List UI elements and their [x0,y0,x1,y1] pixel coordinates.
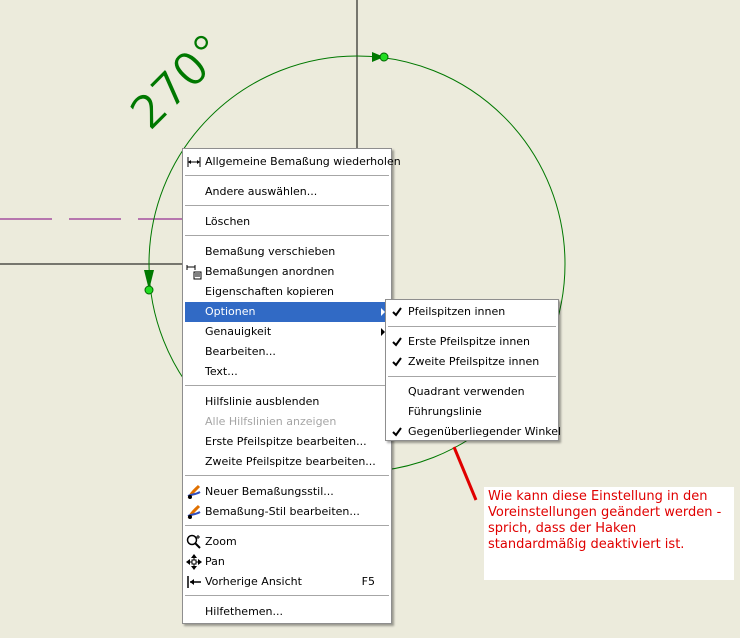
previous-view-icon [187,576,201,588]
style-icon [187,484,201,499]
menu-item-copy-properties[interactable]: Eigenschaften kopieren [185,282,389,302]
menu-item-label: Eigenschaften kopieren [205,285,334,298]
menu-item-label: Zoom [205,535,237,548]
menu-item-label: Pan [205,555,225,568]
submenu-item-leader[interactable]: Führungslinie [388,402,556,422]
menu-item-label: Hilfslinie ausblenden [205,395,320,408]
separator [185,525,389,526]
dimension-icon [187,157,201,167]
menu-item-label: Löschen [205,215,251,228]
separator [185,235,389,236]
separator [185,595,389,596]
checkmark-icon [392,357,402,367]
menu-item-previous-view[interactable]: Vorherige Ansicht F5 [185,572,389,592]
submenu-item-opposite-angle[interactable]: Gegenüberliegender Winkel [388,422,561,442]
submenu-item-label: Gegenüberliegender Winkel [408,425,562,438]
submenu-item-label: Quadrant verwenden [408,385,525,398]
style-icon [187,504,201,519]
menu-item-label: Alle Hilfslinien anzeigen [205,415,337,428]
menu-item-label: Andere auswählen... [205,185,318,198]
submenu-item-label: Erste Pfeilspitze innen [408,335,531,348]
context-menu: Allgemeine Bemaßung wiederholen Andere a… [182,148,401,624]
separator [388,376,556,377]
menu-item-label: Genauigkeit [205,325,272,338]
menu-item-options[interactable]: Optionen [185,302,389,322]
grip-point-left[interactable] [144,285,154,295]
pan-icon [186,554,202,570]
menu-item-label: Bemaßung-Stil bearbeiten... [205,505,360,518]
arrange-dimensions-icon [186,265,202,280]
shortcut-label: F5 [361,575,375,588]
separator [185,205,389,206]
menu-item-label: Hilfethemen... [205,605,284,618]
separator [388,326,556,327]
separator [185,175,389,176]
annotation-note: Wie kann diese Einstellung in den Vorein… [484,487,734,580]
menu-item-edit-second-arrowhead[interactable]: Zweite Pfeilspitze bearbeiten... [185,452,389,472]
submenu-item-arrowheads-inside[interactable]: Pfeilspitzen innen [388,302,556,322]
menu-item-precision[interactable]: Genauigkeit [185,322,389,342]
menu-item-label: Erste Pfeilspitze bearbeiten... [205,435,367,448]
menu-item-edit-dimension-style[interactable]: Bemaßung-Stil bearbeiten... [185,502,389,522]
menu-item-label: Text... [205,365,238,378]
checkmark-icon [392,307,402,317]
menu-item-pan[interactable]: Pan [185,552,389,572]
grip-point-top[interactable] [379,52,389,62]
menu-item-delete[interactable]: Löschen [185,212,389,232]
menu-item-move-dimension[interactable]: Bemaßung verschieben [185,242,389,262]
menu-item-repeat-dimension[interactable]: Allgemeine Bemaßung wiederholen [185,152,401,172]
submenu-item-label: Pfeilspitzen innen [408,305,506,318]
menu-item-edit-first-arrowhead[interactable]: Erste Pfeilspitze bearbeiten... [185,432,389,452]
menu-item-label: Allgemeine Bemaßung wiederholen [205,155,401,168]
menu-item-label: Zweite Pfeilspitze bearbeiten... [205,455,376,468]
menu-item-show-all-extension-lines: Alle Hilfslinien anzeigen [185,412,389,432]
menu-item-arrange-dimensions[interactable]: Bemaßungen anordnen [185,262,389,282]
menu-item-hide-extension-line[interactable]: Hilfslinie ausblenden [185,392,389,412]
menu-item-label: Bearbeiten... [205,345,276,358]
menu-item-label: Vorherige Ansicht [205,575,302,588]
submenu-item-label: Führungslinie [408,405,482,418]
leader-line [452,446,478,501]
menu-item-label: Bemaßungen anordnen [205,265,335,278]
menu-item-label: Bemaßung verschieben [205,245,336,258]
separator [185,385,389,386]
menu-item-label: Neuer Bemaßungsstil... [205,485,334,498]
submenu-item-first-arrowhead-inside[interactable]: Erste Pfeilspitze innen [388,332,556,352]
menu-item-zoom[interactable]: Zoom [185,532,389,552]
submenu-item-label: Zweite Pfeilspitze innen [408,355,540,368]
menu-item-select-other[interactable]: Andere auswählen... [185,182,389,202]
angle-label[interactable]: 270° [119,23,237,140]
menu-item-edit[interactable]: Bearbeiten... [185,342,389,362]
separator [185,475,389,476]
submenu-item-second-arrowhead-inside[interactable]: Zweite Pfeilspitze innen [388,352,556,372]
submenu-item-use-quadrant[interactable]: Quadrant verwenden [388,382,556,402]
options-submenu: Pfeilspitzen innen Erste Pfeilspitze inn… [385,299,561,442]
zoom-icon [186,534,201,549]
menu-item-help-topics[interactable]: Hilfethemen... [185,602,389,622]
checkmark-icon [392,337,402,347]
menu-item-text[interactable]: Text... [185,362,389,382]
menu-item-label: Optionen [205,305,256,318]
checkmark-icon [392,427,402,437]
menu-item-new-dimension-style[interactable]: Neuer Bemaßungsstil... [185,482,389,502]
